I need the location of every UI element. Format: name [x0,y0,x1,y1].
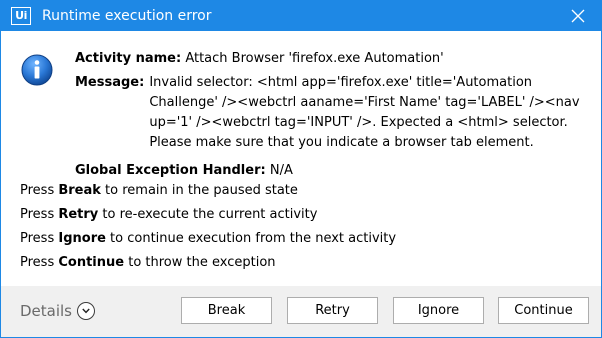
instruction-prefix: Press [20,231,59,246]
activity-name-value: Attach Browser 'firefox.exe Automation' [185,51,444,66]
instruction-continue: Press Continue to throw the exception [20,251,590,275]
handler-value: N/A [269,163,293,178]
title-bar[interactable]: Ui Runtime execution error [1,1,601,31]
details-expand-button[interactable] [77,302,96,320]
instruction-suffix: to continue execution from the next acti… [105,231,397,246]
activity-name-label: Activity name: [75,51,182,66]
error-dialog: Ui Runtime execution error Activity name… [0,0,602,338]
activity-row: Activity name: Attach Browser 'firefox.e… [75,49,585,69]
instruction-ignore: Press Ignore to continue execution from … [20,227,590,251]
instruction-key: Retry [58,207,99,222]
instruction-prefix: Press [20,183,59,198]
instruction-suffix: to re-execute the current activity [98,207,318,222]
break-button[interactable]: Break [181,297,272,324]
instruction-suffix: to remain in the paused state [100,183,298,198]
handler-label: Global Exception Handler: [75,163,266,178]
handler-row: Global Exception Handler: N/A [75,161,585,181]
message-row: Message: Invalid selector: <html app='fi… [75,73,585,153]
details-toggle[interactable]: Details [20,300,96,322]
instruction-key: Ignore [58,231,106,246]
instruction-break: Press Break to remain in the paused stat… [20,179,590,203]
message-value: Invalid selector: <html app='firefox.exe… [149,75,580,150]
message-label: Message: [75,75,145,90]
uipath-logo: Ui [11,7,31,25]
details-label: Details [20,302,73,320]
retry-button[interactable]: Retry [287,297,378,324]
instruction-prefix: Press [20,207,59,222]
ignore-button[interactable]: Ignore [393,297,484,324]
close-icon [571,9,585,23]
instruction-list: Press Break to remain in the paused stat… [20,179,590,275]
dialog-footer: Details Break Retry Ignore Continue [1,286,601,337]
continue-button[interactable]: Continue [498,297,589,324]
close-button[interactable] [555,1,601,31]
instruction-suffix: to throw the exception [124,255,276,270]
instruction-key: Continue [58,255,125,270]
error-details: Activity name: Attach Browser 'firefox.e… [75,49,585,181]
instruction-key: Break [58,183,101,198]
info-icon [21,54,53,86]
chevron-down-icon [82,308,90,314]
instruction-retry: Press Retry to re-execute the current ac… [20,203,590,227]
instruction-prefix: Press [20,255,59,270]
window-title: Runtime execution error [42,8,212,24]
